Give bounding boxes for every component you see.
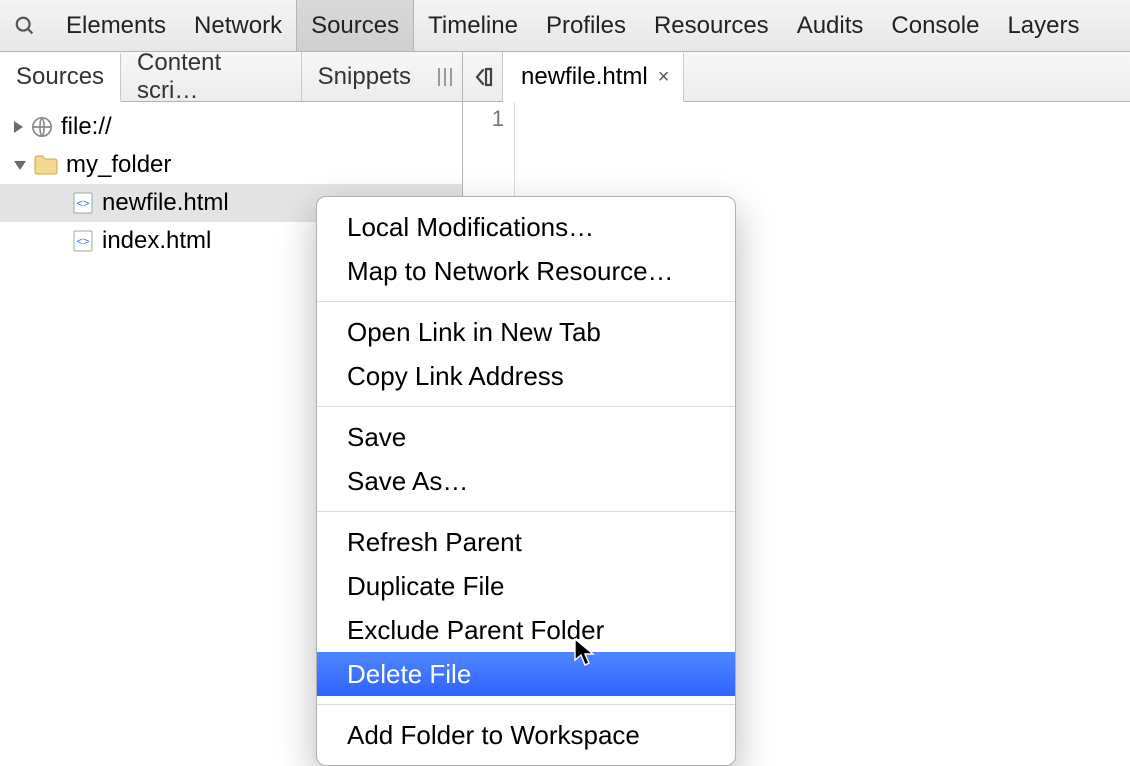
nav-back-icon[interactable] <box>463 52 503 101</box>
tree-file-label: newfile.html <box>102 184 229 222</box>
sidebar-tab-content-scripts[interactable]: Content scri… <box>121 52 302 101</box>
html-file-icon: <> <box>72 230 94 252</box>
svg-text:<>: <> <box>77 236 90 248</box>
toolbar-tab-audits[interactable]: Audits <box>783 0 878 51</box>
toolbar-tab-layers[interactable]: Layers <box>993 0 1093 51</box>
folder-icon <box>34 155 58 175</box>
cm-save-as[interactable]: Save As… <box>317 459 735 503</box>
cm-copy-link-address[interactable]: Copy Link Address <box>317 354 735 398</box>
editor-tab-label: newfile.html <box>521 63 648 91</box>
toolbar-tab-timeline[interactable]: Timeline <box>414 0 532 51</box>
html-file-icon: <> <box>72 192 94 214</box>
editor-tab-newfile[interactable]: newfile.html × <box>503 53 684 102</box>
toolbar-tab-network[interactable]: Network <box>180 0 296 51</box>
chevron-down-icon <box>14 161 26 170</box>
toolbar-tab-resources[interactable]: Resources <box>640 0 783 51</box>
tree-folder[interactable]: my_folder <box>14 146 462 184</box>
editor-tabbar: newfile.html × <box>463 52 1130 102</box>
cm-separator <box>317 301 735 302</box>
context-menu: Local Modifications… Map to Network Reso… <box>316 196 736 766</box>
tree-root-label: file:// <box>61 108 112 146</box>
globe-icon <box>31 116 53 138</box>
sidebar-tab-snippets[interactable]: Snippets <box>302 52 427 101</box>
line-number: 1 <box>463 106 504 132</box>
toolbar-tab-profiles[interactable]: Profiles <box>532 0 640 51</box>
cm-add-folder-workspace[interactable]: Add Folder to Workspace <box>317 713 735 757</box>
close-icon[interactable]: × <box>658 66 670 89</box>
drawer-toggle-icon[interactable] <box>427 52 462 101</box>
tree-file-label: index.html <box>102 222 211 260</box>
chevron-right-icon <box>14 121 23 133</box>
cm-delete-file[interactable]: Delete File <box>317 652 735 696</box>
tree-folder-label: my_folder <box>66 146 171 184</box>
cm-duplicate-file[interactable]: Duplicate File <box>317 564 735 608</box>
cm-refresh-parent[interactable]: Refresh Parent <box>317 520 735 564</box>
cm-separator <box>317 406 735 407</box>
toolbar-tab-sources[interactable]: Sources <box>296 0 414 51</box>
cm-separator <box>317 704 735 705</box>
toolbar-tab-console[interactable]: Console <box>877 0 993 51</box>
tree-root-file[interactable]: file:// <box>14 108 462 146</box>
search-icon[interactable] <box>12 13 38 39</box>
sidebar-tab-sources[interactable]: Sources <box>0 53 121 102</box>
svg-text:<>: <> <box>77 198 90 210</box>
cm-separator <box>317 511 735 512</box>
devtools-toolbar: Elements Network Sources Timeline Profil… <box>0 0 1130 52</box>
cm-exclude-parent-folder[interactable]: Exclude Parent Folder <box>317 608 735 652</box>
sidebar-tabs: Sources Content scri… Snippets <box>0 52 462 102</box>
toolbar-tab-elements[interactable]: Elements <box>52 0 180 51</box>
cm-local-modifications[interactable]: Local Modifications… <box>317 205 735 249</box>
cm-map-to-network[interactable]: Map to Network Resource… <box>317 249 735 293</box>
cm-open-link-new-tab[interactable]: Open Link in New Tab <box>317 310 735 354</box>
cm-save[interactable]: Save <box>317 415 735 459</box>
